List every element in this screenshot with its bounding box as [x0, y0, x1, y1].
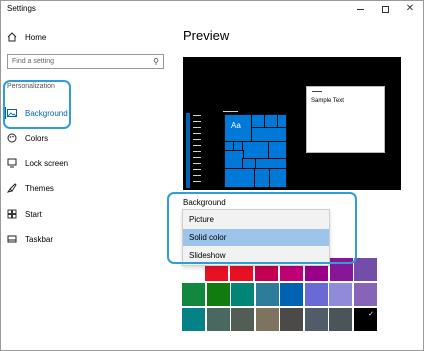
preview-sample-text: Sample Text — [311, 98, 344, 104]
sidebar: Home Find a setting ⚲ Personalization Ba… — [1, 17, 173, 350]
maximize-icon — [381, 5, 389, 13]
sidebar-item-label: Taskbar — [25, 234, 54, 244]
settings-window: Settings ✕ Home Find a setting ⚲ Persona… — [0, 0, 424, 351]
sidebar-item-home[interactable]: Home — [7, 28, 167, 46]
color-swatch[interactable] — [330, 258, 353, 281]
dropdown-option-picture[interactable]: Picture — [183, 211, 329, 228]
preview-tile — [264, 114, 279, 129]
preview-menu-lines — [193, 113, 203, 188]
color-swatch[interactable] — [305, 283, 328, 306]
sidebar-item-themes[interactable]: Themes — [7, 179, 167, 197]
preview-title: Preview — [183, 28, 230, 43]
color-swatch[interactable] — [280, 283, 303, 306]
sidebar-item-label: Start — [25, 209, 42, 219]
color-swatch[interactable] — [182, 308, 205, 331]
preview-sample-window: Sample Text — [306, 86, 385, 153]
color-swatch[interactable] — [256, 283, 279, 306]
background-dropdown-list[interactable]: Picture Solid color Slideshow — [182, 209, 330, 266]
dropdown-option-solid-color[interactable]: Solid color — [183, 229, 329, 246]
sidebar-item-label: Lock screen — [25, 158, 69, 168]
color-swatch[interactable] — [329, 283, 352, 306]
taskbar-icon — [7, 234, 17, 244]
maximize-button[interactable] — [373, 1, 397, 17]
preview-tile — [251, 114, 266, 129]
color-swatch-grid: ✓ — [182, 258, 378, 331]
preview-start-line — [223, 111, 238, 112]
preview-tile — [251, 127, 287, 142]
sidebar-item-label: Colors — [25, 133, 49, 143]
preview-tile — [242, 141, 270, 160]
search-icon: ⚲ — [153, 57, 159, 66]
color-swatch[interactable] — [329, 308, 352, 331]
color-swatch[interactable] — [231, 283, 254, 306]
home-icon — [7, 32, 17, 42]
minimize-icon — [356, 8, 364, 10]
sidebar-item-lock-screen[interactable]: Lock screen — [7, 154, 167, 172]
color-swatch[interactable] — [207, 308, 230, 331]
color-swatch[interactable] — [207, 283, 230, 306]
sidebar-item-label: Background — [25, 108, 68, 118]
preview-tile — [268, 141, 287, 160]
sidebar-item-taskbar[interactable]: Taskbar — [7, 230, 167, 248]
sidebar-item-start[interactable]: Start — [7, 205, 167, 223]
close-button[interactable]: ✕ — [398, 1, 422, 17]
color-swatch[interactable] — [354, 258, 377, 281]
sidebar-item-background[interactable]: Background — [7, 104, 167, 122]
lock-screen-icon — [7, 158, 17, 168]
preview-tile — [242, 158, 257, 170]
preview-tile — [254, 168, 271, 188]
preview-tile — [233, 141, 244, 152]
preview-tile — [224, 141, 235, 152]
preview-tile — [269, 168, 287, 188]
background-label: Background — [183, 198, 226, 207]
title-bar: Settings ✕ — [1, 1, 423, 17]
check-icon: ✓ — [368, 311, 374, 318]
color-swatch[interactable] — [231, 308, 254, 331]
search-placeholder: Find a setting — [12, 58, 55, 65]
palette-icon — [7, 133, 17, 143]
preview-tile — [255, 158, 287, 170]
preview-tile — [224, 150, 244, 170]
preview-tile-aa: Aa — [224, 114, 252, 142]
color-swatch[interactable] — [280, 308, 303, 331]
minimize-button[interactable] — [348, 1, 372, 17]
color-swatch[interactable] — [182, 283, 205, 306]
preview-panel: Aa Sample Text — [183, 57, 401, 190]
color-swatch[interactable] — [354, 283, 377, 306]
start-grid-icon — [7, 209, 17, 219]
sidebar-item-colors[interactable]: Colors — [7, 129, 167, 147]
color-swatch[interactable] — [305, 308, 328, 331]
color-swatch-selected[interactable]: ✓ — [354, 308, 377, 331]
preview-tile — [277, 114, 287, 129]
selection-indicator — [3, 107, 6, 119]
preview-taskbar — [186, 113, 190, 188]
sidebar-item-label: Home — [25, 32, 47, 42]
picture-icon — [7, 108, 17, 118]
window-title: Settings — [7, 4, 36, 13]
close-icon: ✕ — [405, 3, 415, 14]
brush-icon — [7, 183, 17, 193]
color-swatch[interactable] — [256, 308, 279, 331]
dropdown-option-slideshow[interactable]: Slideshow — [183, 247, 329, 264]
search-input[interactable]: Find a setting ⚲ — [7, 54, 164, 69]
section-label: Personalization — [7, 83, 55, 90]
sidebar-item-label: Themes — [25, 183, 54, 193]
preview-tile — [224, 168, 256, 188]
